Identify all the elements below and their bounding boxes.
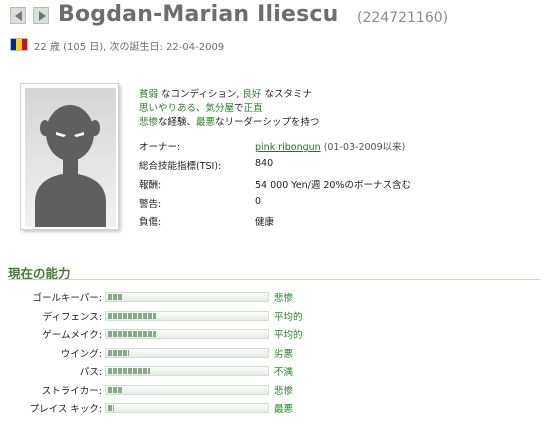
wage-label: 報酬: — [139, 180, 162, 191]
wage-value: 54 000 Yen/週 20%のボーナス含む — [255, 180, 412, 191]
trait-level: 気分屋 — [205, 103, 235, 114]
trait-line: 貧弱 なコンディション, 良好 なスタミナ — [139, 88, 319, 102]
skill-row: ディフェンス: 平均的 — [0, 309, 554, 323]
trait-text: で — [234, 103, 244, 114]
skill-bar-fill — [108, 386, 122, 393]
skill-row: パス: 不満 — [0, 364, 554, 378]
skill-row: ゴールキーパー: 悲惨 — [0, 290, 554, 304]
skill-bar — [105, 384, 269, 395]
trait-text: な経験、 — [158, 117, 197, 128]
skill-label: ストライカー: — [41, 385, 102, 397]
warnings-value: 0 — [255, 196, 262, 207]
trait-line: 悲惨な経験、最悪なリーダーシップを持つ — [139, 116, 319, 130]
trait-text: なスタミナ — [261, 89, 312, 100]
skill-bar-fill — [108, 312, 156, 319]
player-traits: 貧弱 なコンディション, 良好 なスタミナ 思いやりある、気分屋で正直 悲惨な経験、… — [139, 88, 319, 130]
trait-level: 貧弱 — [139, 89, 159, 100]
trait-level: 思いやりある — [139, 103, 197, 114]
skill-level[interactable]: 平均的 — [274, 327, 303, 341]
owner-since: (01-03-2009以来) — [320, 142, 406, 153]
trait-text: なコンディション, — [158, 89, 243, 100]
warnings-label: 警告: — [139, 199, 162, 210]
skill-level[interactable]: 平均的 — [274, 309, 303, 323]
skill-label: ゴールキーパー: — [32, 293, 102, 304]
skill-label: ゲームメイク: — [42, 330, 102, 341]
skill-bar — [105, 329, 269, 339]
skill-label: ウイング: — [60, 348, 102, 360]
skill-bar — [105, 347, 269, 358]
tsi-label: 総合技能指標(TSI): — [139, 161, 222, 172]
trait-text: なリーダーシップを持つ — [215, 117, 320, 128]
age-birthday-line: 22 歳 (105 日), 次の誕生日: 22-04-2009 — [34, 42, 225, 53]
trait-level: 最悪 — [196, 117, 216, 128]
section-divider — [8, 279, 540, 280]
skill-level[interactable]: 最悪 — [274, 401, 293, 415]
trait-level: 正直 — [243, 103, 263, 114]
skill-row: プレイス キック: 最悪 — [0, 401, 554, 415]
skill-label: パス: — [79, 367, 102, 378]
owner-label: オーナー: — [139, 142, 181, 153]
silhouette-avatar-icon — [25, 88, 116, 227]
skill-bar-fill — [108, 294, 122, 300]
owner-value: pink ribongun (01-03-2009以来) — [255, 139, 405, 153]
skill-level[interactable]: 不満 — [274, 364, 293, 378]
trait-text: 、 — [196, 103, 206, 114]
tsi-value: 840 — [255, 158, 274, 169]
arrow-right-icon — [39, 11, 46, 21]
player-id: (224721160) — [357, 10, 449, 26]
player-name: Bogdan-Marian Iliescu — [58, 2, 339, 27]
skill-level[interactable]: 悲惨 — [274, 383, 293, 397]
trait-line: 思いやりある、気分屋で正直 — [139, 102, 319, 116]
skill-label: プレイス キック: — [29, 404, 102, 415]
trait-level: 良好 — [242, 89, 262, 100]
skill-bar-fill — [108, 405, 114, 411]
skill-bar-fill — [108, 368, 150, 374]
skill-row: ストライカー: 悲惨 — [0, 383, 554, 397]
injury-label: 負傷: — [139, 217, 162, 228]
skill-bar — [105, 403, 269, 413]
skill-row: ゲームメイク: 平均的 — [0, 327, 554, 341]
skill-level[interactable]: 劣悪 — [274, 346, 293, 360]
skill-bar — [105, 310, 269, 321]
skill-bar-fill — [108, 331, 156, 337]
skill-level[interactable]: 悲惨 — [274, 290, 293, 304]
skill-bar-fill — [108, 349, 129, 356]
nationality-flag-icon — [10, 38, 28, 51]
skill-bar — [105, 292, 269, 302]
player-avatar — [20, 83, 119, 230]
skill-label: ディフェンス: — [42, 311, 102, 323]
trait-level: 悲惨 — [139, 117, 159, 128]
previous-player-button[interactable] — [10, 7, 26, 24]
owner-link[interactable]: pink ribongun — [255, 142, 321, 153]
next-player-button[interactable] — [33, 7, 49, 24]
injury-value: 健康 — [255, 217, 275, 228]
arrow-left-icon — [15, 11, 22, 21]
skill-bar — [105, 366, 269, 376]
skill-row: ウイング: 劣悪 — [0, 346, 554, 360]
